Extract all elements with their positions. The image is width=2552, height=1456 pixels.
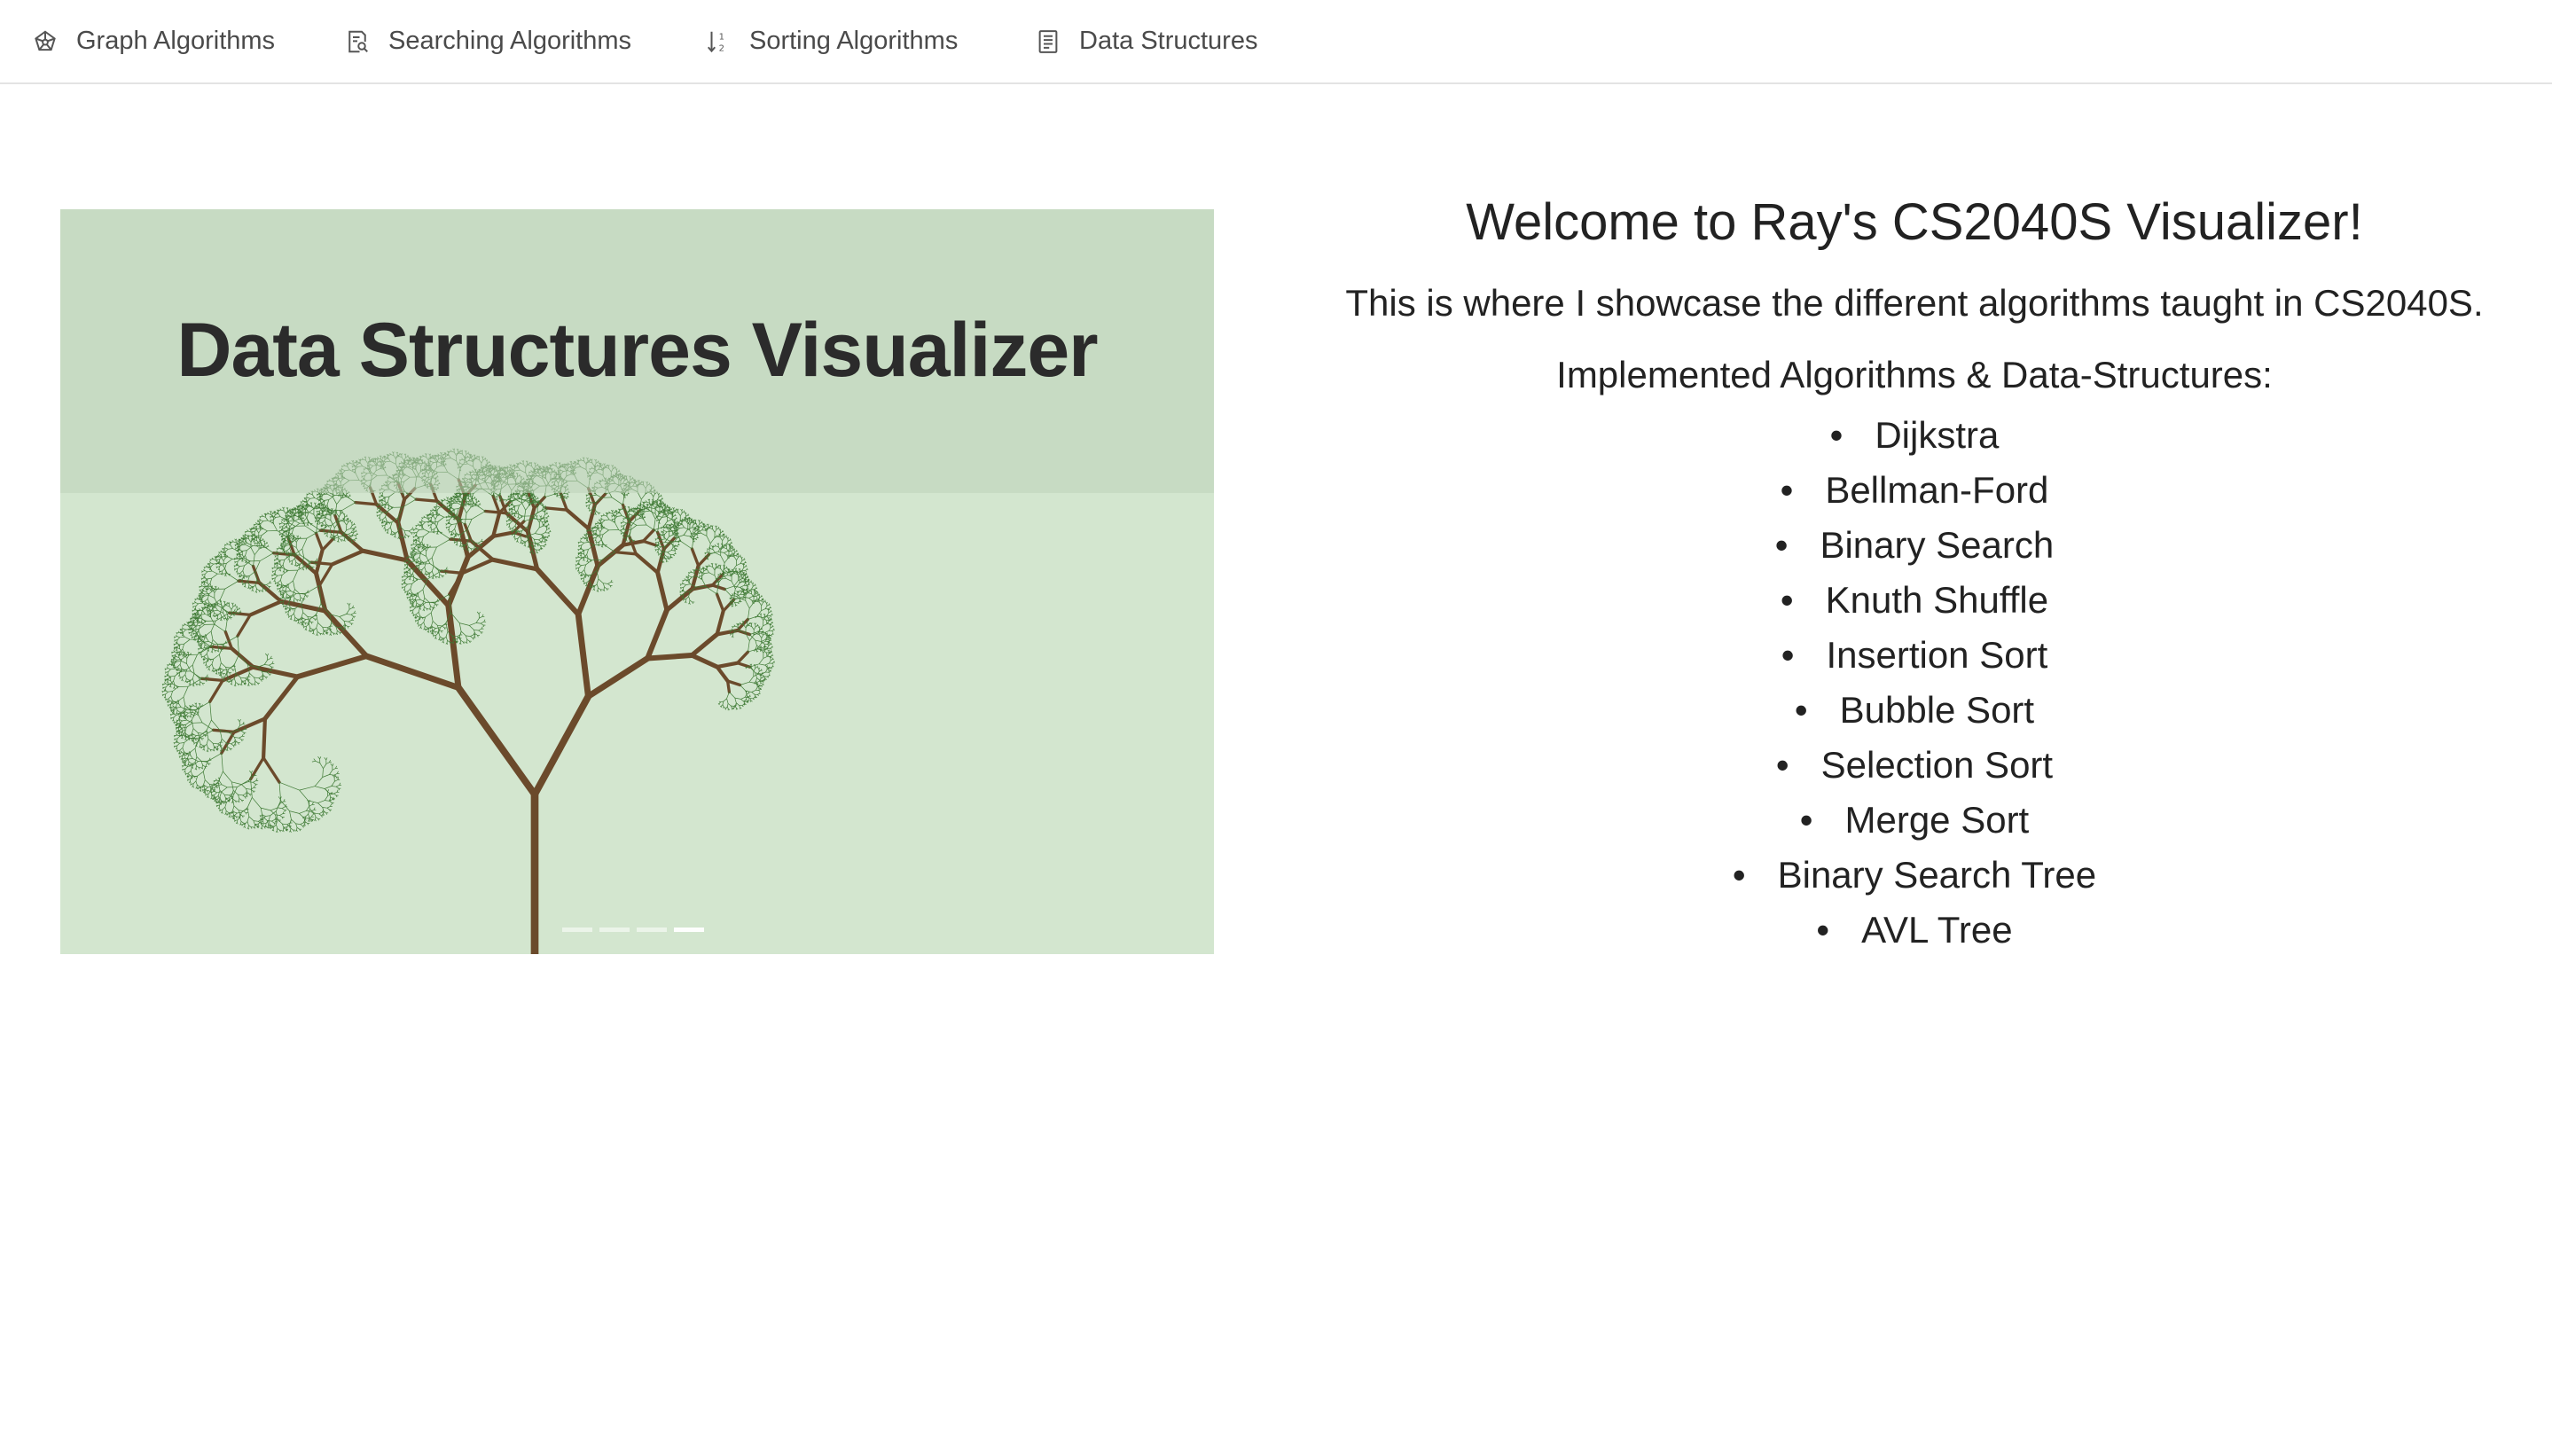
- nav-graph-label: Graph Algorithms: [76, 27, 276, 55]
- list-item-label: Binary Search: [1820, 524, 2055, 566]
- implemented-heading: Implemented Algorithms & Data-Structures…: [1556, 354, 2273, 395]
- list-item-label: Binary Search Tree: [1777, 854, 2097, 896]
- list-item-label: Bellman-Ford: [1825, 469, 2049, 511]
- list-item: • Dijkstra: [1277, 408, 2552, 463]
- nav-graph-algorithms[interactable]: Graph Algorithms: [32, 0, 275, 82]
- bullet: •: [1794, 689, 1808, 731]
- carousel-indicator[interactable]: [637, 928, 667, 932]
- list-item-label: Dijkstra: [1875, 414, 2000, 456]
- list-item: • Bellman-Ford: [1277, 463, 2552, 518]
- svg-text:2: 2: [719, 43, 724, 53]
- list-item: • Binary Search Tree: [1277, 848, 2552, 903]
- list-item: • Binary Search: [1277, 518, 2552, 573]
- list-item: • Insertion Sort: [1277, 628, 2552, 683]
- bullet: •: [1799, 799, 1813, 841]
- bullet: •: [1816, 909, 1830, 951]
- nav-data-structures[interactable]: Data Structures: [1035, 0, 1257, 82]
- bullet: •: [1781, 634, 1795, 676]
- intro-section: Welcome to Ray's CS2040S Visualizer! Thi…: [1277, 186, 2552, 958]
- nav-sorting-algorithms[interactable]: 1 2 Sorting Algorithms: [705, 0, 958, 82]
- implemented-list: • Dijkstra • Bellman-Ford • Binary Search • Knu…: [1277, 408, 2552, 958]
- carousel-indicator[interactable]: [562, 928, 592, 932]
- welcome-heading: Welcome to Ray's CS2040S Visualizer!: [1466, 193, 2363, 251]
- list-item: • Merge Sort: [1277, 793, 2552, 848]
- list-doc-icon: [1035, 28, 1061, 55]
- top-navbar: Graph Algorithms Searching Algorithms 1 …: [0, 0, 2552, 84]
- graph-icon: [32, 28, 59, 55]
- bullet: •: [1732, 854, 1746, 896]
- bullet: •: [1774, 524, 1789, 566]
- list-item-label: Selection Sort: [1820, 744, 2054, 786]
- list-item-label: Bubble Sort: [1839, 689, 2035, 731]
- list-item-label: Merge Sort: [1844, 799, 2030, 841]
- slide-title: Data Structures Visualizer: [176, 308, 1098, 393]
- search-doc-icon: [344, 28, 371, 55]
- carousel-indicator[interactable]: [599, 928, 630, 932]
- bullet: •: [1780, 469, 1794, 511]
- nav-sorting-label: Sorting Algorithms: [749, 27, 959, 55]
- list-item-label: AVL Tree: [1861, 909, 2013, 951]
- list-item: • Bubble Sort: [1277, 683, 2552, 738]
- nav-data-structures-label: Data Structures: [1079, 27, 1258, 55]
- svg-text:1: 1: [719, 32, 724, 42]
- nav-searching-algorithms[interactable]: Searching Algorithms: [344, 0, 631, 82]
- list-item: • Knuth Shuffle: [1277, 573, 2552, 628]
- carousel-indicators: [562, 928, 704, 932]
- nav-searching-label: Searching Algorithms: [388, 27, 632, 55]
- list-item-label: Knuth Shuffle: [1825, 579, 2049, 621]
- intro-tagline: This is where I showcase the different a…: [1345, 282, 2484, 324]
- list-item: • AVL Tree: [1277, 903, 2552, 958]
- hero-carousel[interactable]: Data Structures Visualizer: [60, 209, 1214, 954]
- sort-icon: 1 2: [705, 28, 732, 55]
- bullet: •: [1775, 744, 1789, 786]
- carousel-indicator[interactable]: [674, 928, 704, 932]
- list-item-label: Insertion Sort: [1826, 634, 2048, 676]
- bullet: •: [1780, 579, 1794, 621]
- list-item: • Selection Sort: [1277, 738, 2552, 793]
- bullet: •: [1829, 414, 1844, 456]
